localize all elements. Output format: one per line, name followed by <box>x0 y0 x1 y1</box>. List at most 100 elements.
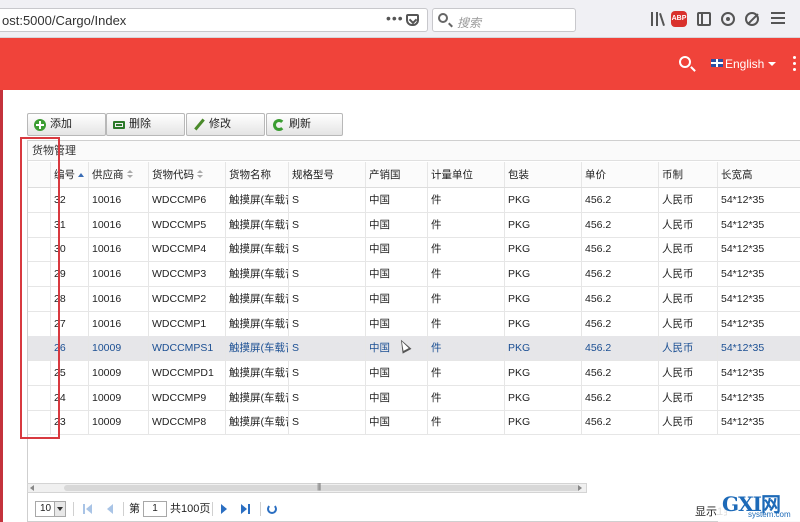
column-header-pack[interactable]: 包装 <box>505 162 582 187</box>
url-text[interactable]: ost:5000/Cargo/Index <box>2 13 126 28</box>
cell-currency[interactable]: 人民币 <box>659 385 718 410</box>
cell-spec[interactable]: S <box>289 311 366 336</box>
cell-code[interactable]: WDCCMP3 <box>149 262 226 287</box>
cell-dims[interactable]: 54*12*35 <box>718 336 800 360</box>
cell-country[interactable]: 中国 <box>366 212 428 237</box>
cell-name[interactable]: 触摸屏(车载音 <box>226 188 289 212</box>
cell-country[interactable]: 中国 <box>366 385 428 410</box>
cell-spec[interactable]: S <box>289 212 366 237</box>
table-row[interactable]: 25 10009 WDCCMPD1 触摸屏(车载音 S 中国件 PKG 456.2 人民币 54*… <box>28 360 800 386</box>
cell-name[interactable]: 触摸屏(车载音 <box>226 385 289 410</box>
cell-dims[interactable]: 54*12*35 <box>718 386 800 410</box>
cell-pack[interactable]: PKG <box>505 286 582 311</box>
cell-country[interactable]: 中国 <box>366 188 428 212</box>
cell-unit[interactable]: 件 <box>428 311 505 336</box>
add-button[interactable]: 添加 <box>27 113 106 136</box>
cell-name[interactable]: 触摸屏(车载音 <box>226 286 289 311</box>
cell-name[interactable]: 触摸屏(车载音 <box>226 311 289 336</box>
cell-dims[interactable]: 54*12*35 <box>718 287 800 311</box>
table-row[interactable]: 27 10016 WDCCMP1 触摸屏(车载音 S 中国件 PKG 456.2 人民币 54*1… <box>28 311 800 337</box>
cell-country[interactable]: 中国 <box>366 286 428 311</box>
cell-id[interactable]: 30 <box>51 237 89 262</box>
cell-pack[interactable]: PKG <box>505 188 582 212</box>
cell-unit[interactable]: 件 <box>428 336 505 361</box>
cell-code[interactable]: WDCCMP6 <box>149 188 226 212</box>
prev-page-icon[interactable] <box>105 504 115 514</box>
cell-id[interactable]: 27 <box>51 311 89 336</box>
cell-code[interactable]: WDCCMP4 <box>149 237 226 262</box>
block-icon[interactable] <box>745 12 759 26</box>
cell-supplier[interactable]: 10009 <box>89 410 149 435</box>
refresh-button[interactable]: 刷新 <box>266 113 343 136</box>
cell-price[interactable]: 456.2 <box>582 410 659 435</box>
cell-currency[interactable]: 人民币 <box>659 360 718 385</box>
reload-icon[interactable] <box>267 504 277 514</box>
column-header-price[interactable]: 单价 <box>582 162 659 187</box>
cell-pack[interactable]: PKG <box>505 237 582 262</box>
current-page-input[interactable]: 1 <box>143 501 167 517</box>
first-page-icon[interactable] <box>83 504 93 514</box>
cell-dims[interactable]: 54*12*35 <box>718 361 800 385</box>
table-row[interactable]: 24 10009 WDCCMP9 触摸屏(车载音 S 中国件 PKG 456.2 人民币 54*1… <box>28 385 800 411</box>
cell-currency[interactable]: 人民币 <box>659 262 718 287</box>
dropdown-arrow-icon[interactable] <box>54 502 65 516</box>
cell-spec[interactable]: S <box>289 286 366 311</box>
table-row[interactable]: 28 10016 WDCCMP2 触摸屏(车载音 S 中国件 PKG 456.2 人民币 54*1… <box>28 286 800 312</box>
edit-button[interactable]: 修改 <box>186 113 265 136</box>
cell-spec[interactable]: S <box>289 188 366 212</box>
adblock-icon[interactable]: ABP <box>671 11 687 27</box>
cell-currency[interactable]: 人民币 <box>659 237 718 262</box>
cell-spec[interactable]: S <box>289 336 366 361</box>
cell-dims[interactable]: 54*12*35 <box>718 262 800 286</box>
header-search-icon[interactable] <box>679 56 691 68</box>
browser-search-input[interactable]: 搜索 <box>432 8 576 32</box>
cell-supplier[interactable]: 10009 <box>89 360 149 385</box>
table-row[interactable]: 31 10016 WDCCMP5 触摸屏(车载音 S 中国件 PKG 456.2 人民币 54*1… <box>28 212 800 238</box>
scroll-thumb[interactable] <box>64 485 580 491</box>
cell-id[interactable]: 23 <box>51 410 89 435</box>
cell-supplier[interactable]: 10016 <box>89 311 149 336</box>
cell-name[interactable]: 触摸屏(车载音 <box>226 360 289 385</box>
cell-supplier[interactable]: 10009 <box>89 385 149 410</box>
cell-dims[interactable]: 54*12*35 <box>718 213 800 237</box>
cell-supplier[interactable]: 10016 <box>89 262 149 287</box>
column-header-spec[interactable]: 规格型号 <box>289 162 366 187</box>
cell-pack[interactable]: PKG <box>505 385 582 410</box>
cell-country[interactable]: 中国 <box>366 311 428 336</box>
next-page-icon[interactable] <box>219 504 229 514</box>
sidebar-toggle-icon[interactable] <box>697 12 711 26</box>
cell-code[interactable]: WDCCMP8 <box>149 410 226 435</box>
cell-unit[interactable]: 件 <box>428 212 505 237</box>
row-number-cell[interactable] <box>28 311 51 336</box>
cell-code[interactable]: WDCCMP5 <box>149 212 226 237</box>
cell-dims[interactable]: 54*12*35 <box>718 188 800 212</box>
cell-unit[interactable]: 件 <box>428 410 505 435</box>
cell-id[interactable]: 29 <box>51 262 89 287</box>
cell-currency[interactable]: 人民币 <box>659 188 718 212</box>
cell-spec[interactable]: S <box>289 237 366 262</box>
cell-unit[interactable]: 件 <box>428 385 505 410</box>
cell-pack[interactable]: PKG <box>505 262 582 287</box>
table-row[interactable]: 29 10016 WDCCMP3 触摸屏(车载音 S 中国件 PKG 456.2 人民币 54*1… <box>28 262 800 288</box>
row-number-cell[interactable] <box>28 188 51 212</box>
cell-name[interactable]: 触摸屏(车载音 <box>226 212 289 237</box>
cell-pack[interactable]: PKG <box>505 360 582 385</box>
column-header-name[interactable]: 货物名称 <box>226 162 289 187</box>
cell-country[interactable]: 中国 <box>366 262 428 287</box>
table-row[interactable]: 26 10009 WDCCMPS1 触摸屏(车载音 S 中国件 PKG 456.2 人民币 54*… <box>28 336 800 362</box>
cell-price[interactable]: 456.2 <box>582 385 659 410</box>
cell-id[interactable]: 24 <box>51 385 89 410</box>
cell-pack[interactable]: PKG <box>505 410 582 435</box>
row-number-cell[interactable] <box>28 286 51 311</box>
cell-id[interactable]: 31 <box>51 212 89 237</box>
cell-code[interactable]: WDCCMPS1 <box>149 336 226 361</box>
scroll-right-icon[interactable] <box>578 485 582 491</box>
cell-price[interactable]: 456.2 <box>582 237 659 262</box>
more-vertical-icon[interactable] <box>793 56 796 72</box>
cell-country[interactable]: 中国 <box>366 336 428 361</box>
row-number-cell[interactable] <box>28 336 51 361</box>
cell-country[interactable]: 中国 <box>366 360 428 385</box>
cell-id[interactable]: 32 <box>51 188 89 212</box>
cell-code[interactable]: WDCCMP2 <box>149 286 226 311</box>
pocket-icon[interactable] <box>406 14 419 26</box>
